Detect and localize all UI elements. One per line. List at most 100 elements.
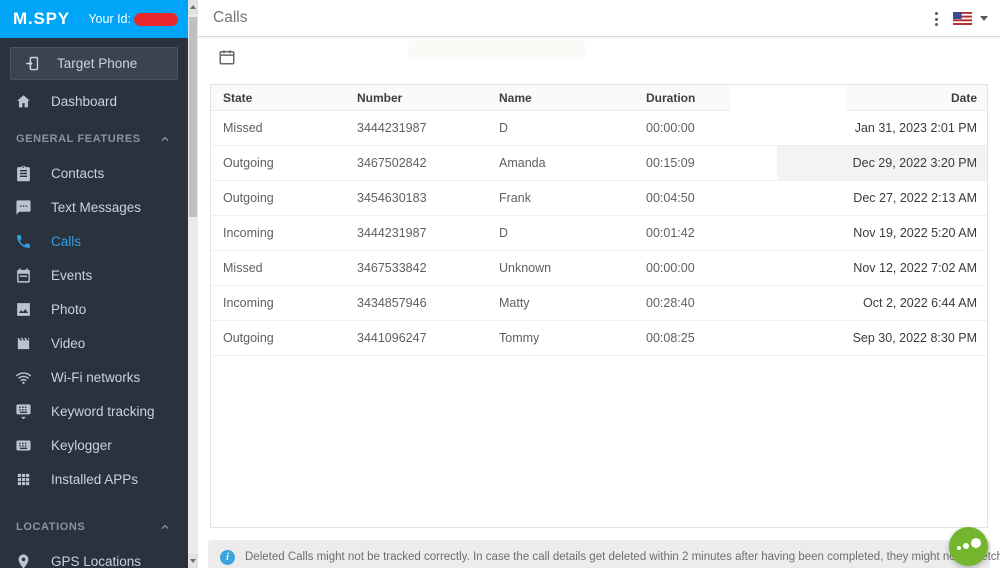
sidebar-item-photo[interactable]: Photo [0,292,188,326]
photo-icon [15,301,32,318]
sidebar-item-label: GPS Locations [51,554,141,568]
sidebar-item-video[interactable]: Video [0,326,188,360]
sidebar-nav: Dashboard GENERAL FEATURES Contacts Text Me… [0,84,188,568]
cell-name: Amanda [499,146,646,180]
column-header-date: Date [777,91,987,105]
scroll-down-arrow[interactable] [188,554,198,568]
cell-date: Sep 30, 2022 8:30 PM [777,321,987,355]
cell-state: Outgoing [211,321,357,355]
kebab-menu-icon[interactable] [929,9,943,29]
sidebar-item-dashboard[interactable]: Dashboard [0,84,188,118]
deleted-calls-notice: i Deleted Calls might not be tracked cor… [208,540,990,568]
sidebar-item-label: Contacts [51,166,104,181]
sidebar-item-events[interactable]: Events [0,258,188,292]
sidebar-item-label: Keyword tracking [51,404,155,419]
message-icon [15,199,32,216]
section-header-general-features[interactable]: GENERAL FEATURES [0,122,188,156]
cell-duration: 00:15:09 [646,146,777,180]
table-row: Incoming3434857946Matty00:28:40Oct 2, 20… [211,286,987,321]
table-row: Outgoing3454630183Frank00:04:50Dec 27, 2… [211,181,987,216]
sidebar-scrollbar[interactable] [188,0,198,568]
section-label: LOCATIONS [16,521,85,533]
table-row: Incoming3444231987D00:01:42Nov 19, 2022 … [211,216,987,251]
sidebar-item-label: Photo [51,302,86,317]
scrollbar-thumb[interactable] [189,17,197,217]
sidebar: M.SPY Your Id: Target Phone Dashboard GEN… [0,0,188,568]
section-header-locations[interactable]: LOCATIONS [0,510,188,544]
sidebar-item-label: Events [51,268,92,283]
sidebar-item-calls[interactable]: Calls [0,224,188,258]
column-header-state: State [211,91,357,105]
keyboard-hide-icon [15,403,32,420]
cell-number: 3467502842 [357,146,499,180]
keyboard-icon [15,437,32,454]
chat-support-fab[interactable] [949,527,988,566]
chevron-up-icon [159,133,171,145]
cell-state: Missed [211,111,357,145]
sidebar-item-label: Wi-Fi networks [51,370,140,385]
sidebar-item-contacts[interactable]: Contacts [0,156,188,190]
date-filter-calendar-icon[interactable] [218,48,236,66]
cell-date: Nov 19, 2022 5:20 AM [777,216,987,250]
cell-number: 3454630183 [357,181,499,215]
sidebar-item-label: Video [51,336,85,351]
wifi-icon [15,369,32,386]
cell-name: D [499,111,646,145]
apps-grid-icon [15,471,32,488]
page-header: Calls [198,0,1000,37]
cell-number: 3434857946 [357,286,499,320]
sidebar-item-gps-locations[interactable]: GPS Locations [0,544,188,568]
sidebar-item-keyword-tracking[interactable]: Keyword tracking [0,394,188,428]
cell-date: Jan 31, 2023 2:01 PM [777,111,987,145]
sidebar-item-label: Text Messages [51,200,141,215]
table-row: Missed3467533842Unknown00:00:00Nov 12, 2… [211,251,987,286]
page-title: Calls [213,9,247,27]
map-pin-icon [15,553,32,568]
cell-state: Incoming [211,286,357,320]
cell-number: 3467533842 [357,251,499,285]
cell-name: Frank [499,181,646,215]
language-dropdown-caret[interactable] [980,16,988,21]
phone-icon [15,233,32,250]
target-phone-button[interactable]: Target Phone [10,47,178,80]
table-row: Missed3444231987D00:00:00Jan 31, 2023 2:… [211,111,987,146]
sidebar-item-label: Dashboard [51,94,117,109]
main-panel: Calls State Number Name Duration Da [198,0,1000,568]
cell-date: Dec 29, 2022 3:20 PM [777,146,987,180]
cell-state: Outgoing [211,181,357,215]
cell-duration: 00:08:25 [646,321,777,355]
cell-date: Oct 2, 2022 6:44 AM [777,286,987,320]
mspy-logo: M.SPY [13,9,70,29]
scroll-up-arrow[interactable] [188,0,198,14]
cell-name: Unknown [499,251,646,285]
section-label: GENERAL FEATURES [16,133,141,145]
cell-date: Dec 27, 2022 2:13 AM [777,181,987,215]
cell-name: D [499,216,646,250]
cell-number: 3441096247 [357,321,499,355]
events-calendar-icon [15,267,32,284]
chevron-up-icon [159,521,171,533]
sidebar-item-keylogger[interactable]: Keylogger [0,428,188,462]
id-redaction-pill [134,13,178,26]
sidebar-item-installed-apps[interactable]: Installed APPs [0,462,188,496]
us-flag-icon[interactable] [953,12,972,25]
redaction-blob [408,40,585,59]
cell-duration: 00:04:50 [646,181,777,215]
table-row: Outgoing3467502842Amanda00:15:09Dec 29, … [211,146,987,181]
column-header-name: Name [499,91,646,105]
cell-duration: 00:00:00 [646,251,777,285]
cell-state: Missed [211,251,357,285]
cell-number: 3444231987 [357,216,499,250]
calls-table: State Number Name Duration Date Missed34… [210,84,988,528]
cell-duration: 00:00:00 [646,111,777,145]
brand-topbar: M.SPY Your Id: [0,0,188,38]
sidebar-item-wifi-networks[interactable]: Wi-Fi networks [0,360,188,394]
your-id-label: Your Id: [88,12,131,26]
cell-date: Nov 12, 2022 7:02 AM [777,251,987,285]
contacts-icon [15,165,32,182]
sidebar-item-text-messages[interactable]: Text Messages [0,190,188,224]
cell-duration: 00:28:40 [646,286,777,320]
cell-state: Outgoing [211,146,357,180]
cell-number: 3444231987 [357,111,499,145]
your-id: Your Id: [88,12,178,26]
